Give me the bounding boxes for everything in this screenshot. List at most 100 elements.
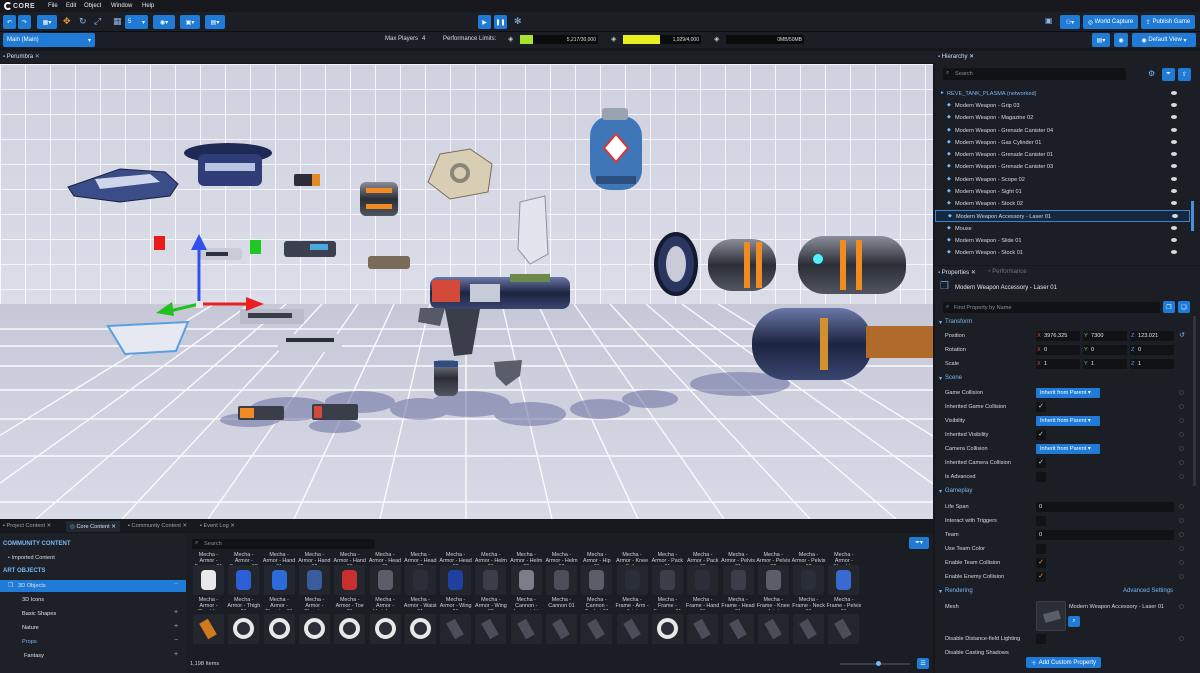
visibility-eye-icon[interactable]: [1171, 164, 1177, 169]
move-tool-icon[interactable]: ✥: [63, 16, 71, 27]
camera-view-button[interactable]: ◉: [1114, 33, 1128, 47]
asset-thumbnail[interactable]: [581, 614, 613, 644]
visibility-eye-icon[interactable]: [1171, 103, 1177, 107]
collapse-icon[interactable]: ▾: [939, 375, 942, 382]
rotate-tool-icon[interactable]: ↻: [79, 16, 87, 27]
reset-icon[interactable]: [1179, 418, 1184, 423]
zoom-slider[interactable]: [840, 661, 910, 666]
window-icon[interactable]: ▣: [1045, 16, 1053, 25]
asset-thumbnail[interactable]: [228, 614, 260, 644]
camera-button[interactable]: ◉▾: [153, 15, 175, 29]
close-icon[interactable]: ✕: [110, 524, 116, 530]
asset-thumbnail[interactable]: [510, 565, 542, 595]
scale-tool-icon[interactable]: ⤢: [94, 16, 101, 27]
reset-icon[interactable]: [1179, 604, 1184, 609]
hierarchy-collapse-button[interactable]: ⇧: [1178, 68, 1191, 81]
is-advanced-checkbox[interactable]: [1036, 472, 1046, 482]
properties-scrollbar[interactable]: [1193, 316, 1196, 486]
hierarchy-scrollbar[interactable]: [1191, 201, 1194, 231]
asset-thumbnail[interactable]: [616, 614, 648, 644]
expand-toggle-icon[interactable]: −: [174, 637, 178, 644]
close-icon[interactable]: ✕: [181, 523, 188, 529]
visibility-eye-icon[interactable]: [1171, 139, 1177, 144]
asset-thumbnail[interactable]: [298, 614, 330, 644]
max-players-value[interactable]: 4: [422, 36, 425, 42]
hierarchy-root-item[interactable]: ▸ REVE_TANK_PLASMA (networked): [935, 88, 1190, 100]
property-search-input[interactable]: ⌕ Find Property by Name: [943, 302, 1160, 313]
layout-button[interactable]: ▤▾: [1092, 33, 1110, 47]
3d-viewport[interactable]: [0, 64, 933, 519]
asset-thumbnail[interactable]: [757, 565, 789, 595]
close-icon[interactable]: ✕: [229, 523, 235, 529]
visibility-eye-icon[interactable]: [1171, 225, 1177, 230]
asset-thumbnail[interactable]: [334, 614, 366, 644]
expand-toggle-icon[interactable]: −: [174, 581, 178, 588]
tree-item[interactable]: Nature +: [0, 622, 186, 634]
multiplayer-button[interactable]: ⚇▾: [1060, 15, 1080, 29]
menu-edit[interactable]: Edit: [66, 3, 76, 9]
tab-project-content[interactable]: ▪ Project Content ✕: [3, 523, 51, 529]
hierarchy-options-icon[interactable]: ⚙: [1148, 69, 1155, 78]
use-team-color-checkbox[interactable]: [1036, 544, 1046, 554]
hierarchy-item[interactable]: ◆ Modern Weapon - Stock 01: [935, 247, 1190, 259]
hierarchy-item[interactable]: ◆ Modern Weapon - Grenade Canister 03: [935, 161, 1190, 173]
image-button[interactable]: ▣▾: [180, 15, 200, 29]
pause-button[interactable]: ❚❚: [494, 15, 507, 29]
reset-icon[interactable]: [1179, 532, 1184, 537]
hierarchy-search-input[interactable]: ⌕ Search: [943, 68, 1126, 80]
camera-collision-dropdown[interactable]: Inherit from Parent ▾: [1036, 444, 1100, 454]
scale-y-field[interactable]: Y1: [1083, 359, 1127, 369]
default-view-dropdown[interactable]: ◉ Default View ▾: [1132, 33, 1196, 47]
object-name[interactable]: Modern Weapon Accessory - Laser 01: [955, 285, 1057, 291]
gameplay-section-header[interactable]: ▾ Gameplay: [935, 485, 1190, 497]
properties-tab[interactable]: ▪ Properties ✕: [938, 269, 976, 277]
visibility-eye-icon[interactable]: [1171, 115, 1177, 120]
hierarchy-item[interactable]: ◆ Modern Weapon - Grenade Canister 04: [935, 125, 1190, 137]
select-mode-button[interactable]: ▦▾: [37, 15, 57, 29]
interact-with-triggers-checkbox[interactable]: [1036, 516, 1046, 526]
visibility-eye-icon[interactable]: [1171, 91, 1177, 95]
asset-thumbnail[interactable]: [404, 565, 436, 595]
menu-file[interactable]: File: [48, 3, 58, 9]
menu-object[interactable]: Object: [84, 3, 101, 9]
undo-button[interactable]: ↶: [3, 15, 16, 29]
menu-window[interactable]: Window: [111, 3, 132, 9]
expand-toggle-icon[interactable]: +: [174, 651, 178, 658]
collapse-icon[interactable]: ▾: [939, 488, 942, 495]
folder-button[interactable]: ▤▾: [205, 15, 225, 29]
tree-item[interactable]: 3D Icons: [0, 594, 186, 606]
visibility-eye-icon[interactable]: [1171, 237, 1177, 242]
hierarchy-item[interactable]: ◆ Mouse: [935, 223, 1190, 235]
paste-properties-button[interactable]: ❏: [1178, 301, 1190, 313]
asset-thumbnail[interactable]: [193, 565, 224, 595]
tree-item[interactable]: Props −: [0, 636, 186, 648]
viewport-tab[interactable]: ▪ Perumbra ✕: [3, 53, 40, 61]
expand-toggle-icon[interactable]: +: [174, 609, 178, 616]
asset-thumbnail[interactable]: [440, 614, 472, 644]
asset-thumbnail[interactable]: [546, 565, 577, 595]
world-capture-button[interactable]: ◎ World Capture: [1083, 15, 1138, 29]
reset-icon[interactable]: [1179, 518, 1184, 523]
hierarchy-item[interactable]: ◆ Modern Weapon - Sight 01: [935, 186, 1190, 198]
hierarchy-item[interactable]: ◆ Modern Weapon - Grenade Canister 01: [935, 149, 1190, 161]
asset-thumbnail[interactable]: [828, 614, 860, 644]
level-dropdown[interactable]: Main (Main) ▾: [3, 33, 95, 47]
tree-item[interactable]: Basic Shapes +: [0, 608, 186, 620]
tree-item[interactable]: ❒ 3D Objects −: [0, 580, 186, 592]
filter-button[interactable]: ⏷▾: [909, 537, 929, 549]
asset-thumbnail[interactable]: [722, 614, 754, 644]
close-icon[interactable]: ✕: [967, 53, 974, 60]
hierarchy-tab[interactable]: ▪ Hierarchy ✕: [938, 53, 974, 61]
asset-thumbnail[interactable]: [651, 565, 683, 595]
visibility-eye-icon[interactable]: [1172, 214, 1178, 219]
rotation-y-field[interactable]: Y0: [1083, 345, 1127, 355]
reset-icon[interactable]: [1179, 390, 1184, 395]
asset-thumbnail[interactable]: [369, 565, 401, 595]
asset-thumbnail[interactable]: [193, 614, 224, 644]
close-icon[interactable]: ✕: [33, 53, 40, 60]
redo-button[interactable]: ↷: [18, 15, 31, 29]
advanced-settings-link[interactable]: Advanced Settings: [1123, 588, 1173, 594]
asset-thumbnail[interactable]: [687, 565, 719, 595]
asset-thumbnail[interactable]: [793, 614, 825, 644]
reset-icon[interactable]: [1179, 574, 1184, 579]
